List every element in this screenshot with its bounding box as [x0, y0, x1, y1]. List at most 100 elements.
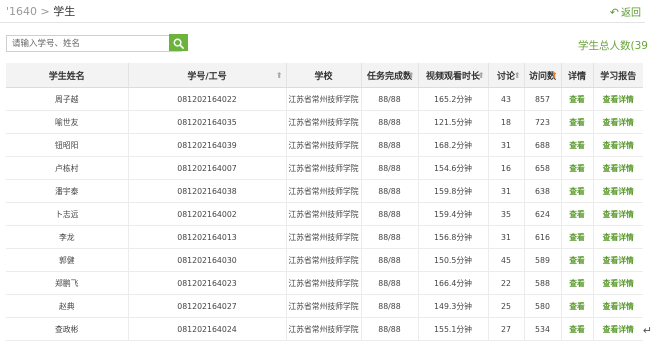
cell-detail-link[interactable]: 查看 — [561, 179, 594, 203]
school: 江苏省常州技师学院 — [288, 255, 359, 265]
task-count: 88/88 — [378, 278, 401, 288]
task-count: 88/88 — [378, 186, 401, 196]
cell-discussion-count: 27 — [488, 317, 525, 341]
cell-report-link[interactable]: 查看详情 — [593, 179, 643, 203]
student-name: 查政彬 — [55, 324, 79, 334]
cell-detail-link[interactable]: 查看 — [561, 133, 594, 157]
cell-school: 江苏省常州技师学院 — [286, 248, 362, 272]
cell-school: 江苏省常州技师学院 — [286, 317, 362, 341]
sort-icon[interactable]: ⬆ — [478, 71, 485, 80]
video-time: 156.8分钟 — [434, 232, 472, 242]
report-link[interactable]: 查看详情 — [603, 187, 634, 196]
report-link[interactable]: 查看详情 — [603, 279, 634, 288]
column-header-label: 讨论 — [496, 71, 515, 82]
detail-link[interactable]: 查看 — [569, 325, 585, 334]
column-header[interactable]: 学号/工号 ⬆ — [128, 63, 287, 88]
cell-discussion-count: 45 — [488, 248, 525, 272]
cell-detail-link[interactable]: 查看 — [561, 225, 594, 249]
cell-detail-link[interactable]: 查看 — [561, 248, 594, 272]
column-header[interactable]: 视频观看时长 ⬆ — [418, 63, 489, 88]
cell-video-time: 166.4分钟 — [418, 271, 489, 295]
breadcrumb-current: 学生 — [53, 5, 76, 18]
column-header: 学校 — [286, 63, 362, 88]
cell-report-link[interactable]: 查看详情 — [593, 225, 643, 249]
cell-report-link[interactable]: 查看详情 — [593, 156, 643, 180]
report-link[interactable]: 查看详情 — [603, 141, 634, 150]
table-row: 喻世友 081202164035 江苏省常州技师学院 88/88 121.5分钟 18 72… — [6, 110, 643, 134]
cell-report-link[interactable]: 查看详情 — [593, 271, 643, 295]
column-header-label: 学校 — [314, 71, 333, 82]
school: 江苏省常州技师学院 — [288, 117, 359, 127]
discussion-count: 31 — [501, 232, 511, 242]
column-header-label: 视频观看时长 — [425, 71, 480, 82]
cell-report-link[interactable]: 查看详情 — [593, 202, 643, 226]
video-time: 159.8分钟 — [434, 186, 472, 196]
cell-detail-link[interactable]: 查看 — [561, 87, 594, 111]
visit-count: 638 — [535, 186, 550, 196]
student-id: 081202164038 — [177, 186, 237, 196]
cell-report-link[interactable]: 查看详情 — [593, 317, 643, 341]
cell-student-id: 081202164039 — [128, 133, 287, 157]
cell-task-count: 88/88 — [361, 156, 419, 180]
task-count: 88/88 — [378, 255, 401, 265]
detail-link[interactable]: 查看 — [569, 233, 585, 242]
detail-link[interactable]: 查看 — [569, 164, 585, 173]
sort-icon[interactable]: ⬆ — [408, 71, 415, 80]
report-link[interactable]: 查看详情 — [603, 118, 634, 127]
cell-detail-link[interactable]: 查看 — [561, 294, 594, 318]
column-header[interactable]: 讨论 ⬆ — [488, 63, 525, 88]
detail-link[interactable]: 查看 — [569, 187, 585, 196]
cell-student-name: 郭健 — [6, 248, 129, 272]
report-link[interactable]: 查看详情 — [603, 233, 634, 242]
report-link[interactable]: 查看详情 — [603, 302, 634, 311]
cell-visit-count: 534 — [524, 317, 562, 341]
cell-student-id: 081202164023 — [128, 271, 287, 295]
detail-link[interactable]: 查看 — [569, 210, 585, 219]
cell-school: 江苏省常州技师学院 — [286, 133, 362, 157]
detail-link[interactable]: 查看 — [569, 118, 585, 127]
cell-detail-link[interactable]: 查看 — [561, 202, 594, 226]
cell-detail-link[interactable]: 查看 — [561, 317, 594, 341]
cell-report-link[interactable]: 查看详情 — [593, 110, 643, 134]
school: 江苏省常州技师学院 — [288, 301, 359, 311]
cell-report-link[interactable]: 查看详情 — [593, 133, 643, 157]
cell-detail-link[interactable]: 查看 — [561, 156, 594, 180]
cell-student-name: 卢栋村 — [6, 156, 129, 180]
cell-student-name: 钮昭阳 — [6, 133, 129, 157]
breadcrumb-prefix[interactable]: '1640 > — [6, 5, 53, 18]
detail-link[interactable]: 查看 — [569, 95, 585, 104]
school: 江苏省常州技师学院 — [288, 324, 359, 334]
cell-report-link[interactable]: 查看详情 — [593, 294, 643, 318]
cell-report-link[interactable]: 查看详情 — [593, 87, 643, 111]
student-name: 卢栋村 — [55, 163, 79, 173]
column-header[interactable]: 访问数 ⬆ — [524, 63, 562, 88]
sort-icon[interactable]: ⬆ — [514, 71, 521, 80]
cell-report-link[interactable]: 查看详情 — [593, 248, 643, 272]
search-icon — [173, 38, 184, 49]
total-count: 学生总人数(39 — [578, 40, 648, 52]
report-link[interactable]: 查看详情 — [603, 325, 634, 334]
visit-count: 534 — [535, 324, 550, 334]
back-button[interactable]: ↶ 返回 — [610, 4, 641, 19]
cell-student-name: 查政彬 — [6, 317, 129, 341]
discussion-count: 35 — [501, 209, 511, 219]
cell-student-id: 081202164024 — [128, 317, 287, 341]
detail-link[interactable]: 查看 — [569, 141, 585, 150]
detail-link[interactable]: 查看 — [569, 279, 585, 288]
cell-detail-link[interactable]: 查看 — [561, 110, 594, 134]
detail-link[interactable]: 查看 — [569, 302, 585, 311]
search-input[interactable] — [6, 35, 182, 52]
sort-icon[interactable]: ⬆ — [551, 71, 558, 80]
detail-link[interactable]: 查看 — [569, 256, 585, 265]
report-link[interactable]: 查看详情 — [603, 210, 634, 219]
search-button[interactable] — [169, 34, 188, 51]
column-header[interactable]: 任务完成数 ⬆ — [361, 63, 419, 88]
video-time: 149.3分钟 — [434, 301, 472, 311]
report-link[interactable]: 查看详情 — [603, 164, 634, 173]
student-id: 081202164007 — [177, 163, 237, 173]
report-link[interactable]: 查看详情 — [603, 95, 634, 104]
sort-icon[interactable]: ⬆ — [276, 71, 283, 80]
cell-detail-link[interactable]: 查看 — [561, 271, 594, 295]
cell-school: 江苏省常州技师学院 — [286, 110, 362, 134]
report-link[interactable]: 查看详情 — [603, 256, 634, 265]
